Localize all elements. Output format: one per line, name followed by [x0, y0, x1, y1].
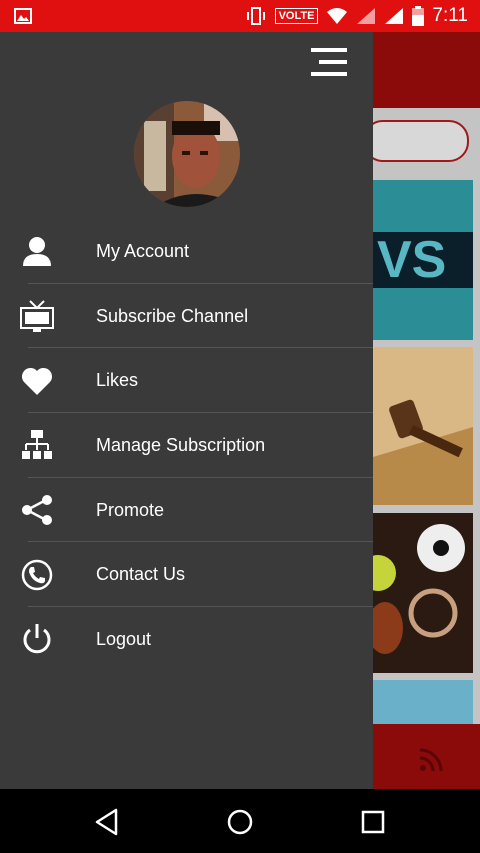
home-icon[interactable]: [225, 807, 255, 837]
news-banner-tile: VS: [373, 180, 473, 340]
menu-item-label: Subscribe Channel: [96, 305, 249, 326]
menu-item-label: Logout: [96, 628, 152, 649]
clock: 7:11: [432, 5, 468, 26]
menu-item-logout[interactable]: Logout: [0, 607, 373, 672]
menu-item-manage-subscription[interactable]: Manage Subscription: [0, 413, 373, 478]
menu-item-my-account[interactable]: My Account: [0, 219, 373, 284]
signal-icon: [385, 8, 404, 24]
drawer-menu: My Account Subscribe Channel Likes Manag…: [0, 219, 373, 672]
signal-icon: [357, 8, 376, 24]
menu-item-label: Manage Subscription: [96, 434, 266, 455]
heart-icon: [20, 364, 54, 398]
recents-icon[interactable]: [358, 807, 388, 837]
navigation-bar: [0, 789, 480, 853]
banner-text: VS: [377, 231, 447, 289]
share-icon: [20, 493, 54, 527]
menu-item-label: Promote: [96, 499, 165, 520]
sitemap-icon: [20, 428, 54, 462]
image-icon: [14, 8, 32, 24]
menu-item-likes[interactable]: Likes: [0, 348, 373, 414]
avatar[interactable]: [134, 101, 240, 207]
tv-icon: [20, 299, 54, 333]
menu-item-label: Contact Us: [96, 564, 186, 585]
app-header: [373, 32, 480, 108]
status-bar: VOLTE 7:11: [0, 0, 480, 32]
user-icon: [20, 234, 54, 268]
sports-tile: [373, 513, 473, 673]
law-tile: [373, 347, 473, 505]
rss-icon: [419, 748, 443, 772]
menu-item-contact-us[interactable]: Contact Us: [0, 542, 373, 608]
background-app: VS: [373, 32, 480, 789]
back-icon[interactable]: [92, 807, 122, 837]
globe-tile: [373, 680, 473, 725]
power-icon: [20, 622, 54, 656]
menu-icon[interactable]: [311, 47, 347, 77]
phone-icon: [20, 558, 54, 592]
menu-item-promote[interactable]: Promote: [0, 478, 373, 543]
menu-item-subscribe-channel[interactable]: Subscribe Channel: [0, 284, 373, 349]
menu-item-label: My Account: [96, 240, 190, 261]
navigation-drawer: My Account Subscribe Channel Likes Manag…: [0, 32, 373, 789]
app-bottom-bar: [373, 724, 480, 789]
vibrate-icon: [246, 7, 265, 25]
wifi-icon: [327, 8, 348, 24]
volte-badge: VOLTE: [274, 8, 319, 24]
search-bar: [373, 120, 469, 162]
battery-icon: [412, 6, 425, 26]
menu-item-label: Likes: [96, 370, 139, 391]
